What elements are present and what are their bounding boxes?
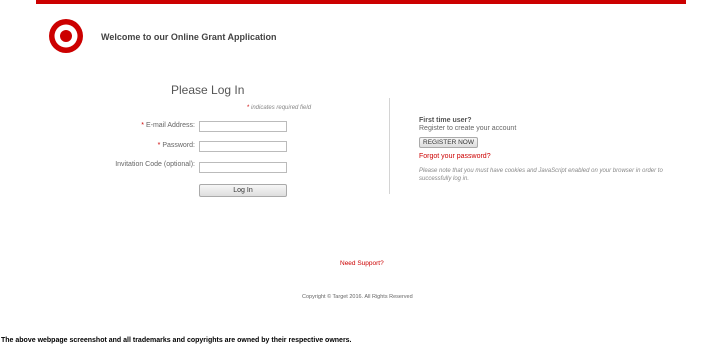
screenshot-disclaimer: The above webpage screenshot and all tra… bbox=[1, 337, 352, 344]
required-note-text: indicates required field bbox=[249, 105, 312, 111]
vertical-divider bbox=[389, 98, 390, 194]
copyright-text: Copyright © Target 2016. All Rights Rese… bbox=[302, 294, 413, 300]
first-time-user-heading: First time user? bbox=[419, 117, 472, 124]
forgot-password-link[interactable]: Forgot your password? bbox=[419, 153, 491, 160]
email-label-text: E-mail Address: bbox=[145, 122, 195, 129]
required-star: * bbox=[157, 142, 161, 149]
target-logo-icon[interactable] bbox=[48, 18, 84, 54]
login-title: Please Log In bbox=[171, 83, 245, 97]
register-subtitle: Register to create your account bbox=[419, 125, 517, 132]
password-label: * Password: bbox=[158, 142, 195, 149]
email-label: * E-mail Address: bbox=[141, 122, 195, 129]
required-star: * bbox=[141, 122, 145, 129]
register-now-button[interactable]: REGISTER NOW bbox=[419, 137, 478, 148]
invitation-label: Invitation Code (optional): bbox=[115, 161, 195, 168]
required-field-note: * indicates required field bbox=[247, 105, 311, 111]
login-button[interactable]: Log In bbox=[199, 184, 287, 197]
welcome-heading: Welcome to our Online Grant Application bbox=[101, 32, 277, 42]
invitation-code-field[interactable] bbox=[199, 162, 287, 173]
cookie-notice: Please note that you must have cookies a… bbox=[419, 168, 663, 182]
need-support-link[interactable]: Need Support? bbox=[340, 260, 384, 267]
password-field[interactable] bbox=[199, 141, 287, 152]
password-label-text: Password: bbox=[162, 142, 195, 149]
top-brand-bar bbox=[36, 0, 686, 4]
email-field[interactable] bbox=[199, 121, 287, 132]
